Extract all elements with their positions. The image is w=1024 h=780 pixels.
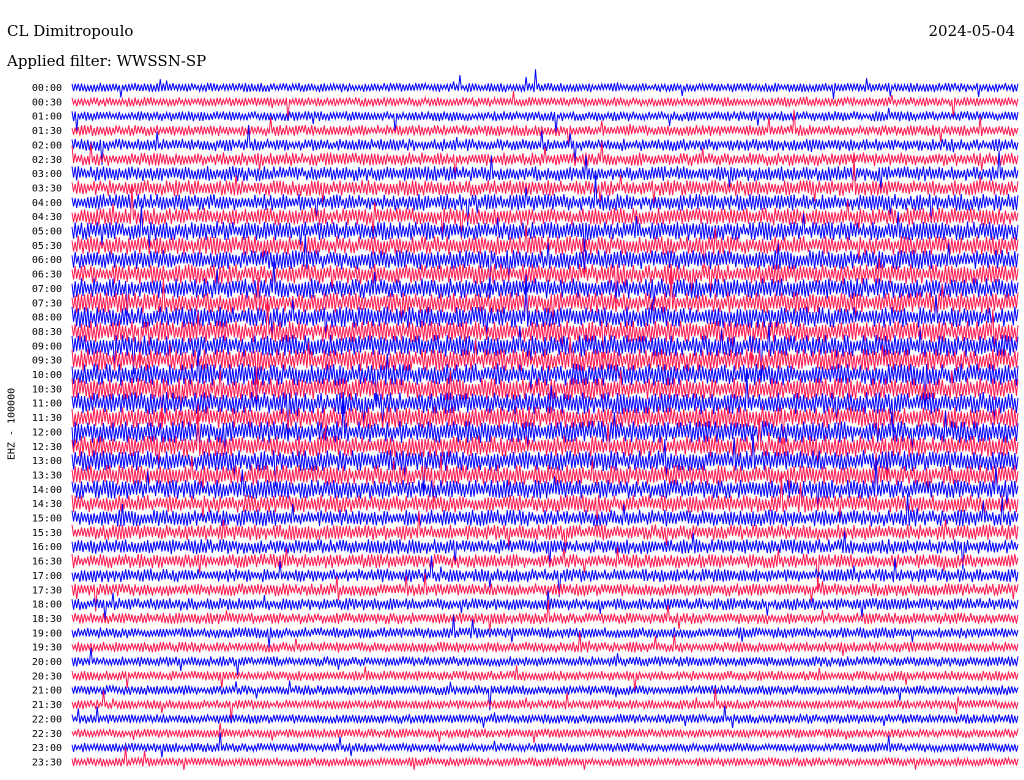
row-label: 05:30 — [32, 241, 62, 252]
row-label: 05:00 — [32, 227, 62, 238]
row-label: 09:30 — [32, 356, 62, 367]
trace-line — [71, 705, 1019, 728]
row-label: 13:30 — [32, 470, 62, 481]
row-label: 10:00 — [32, 370, 62, 381]
row-label: 21:30 — [32, 700, 62, 711]
trace-line — [71, 530, 1019, 570]
row-label: 16:30 — [32, 557, 62, 568]
row-label: 10:30 — [32, 384, 62, 395]
trace-line — [71, 732, 1019, 758]
row-label: 19:00 — [32, 628, 62, 639]
row-label: 07:00 — [32, 284, 62, 295]
row-label: 21:00 — [32, 686, 62, 697]
row-label: 00:00 — [32, 83, 62, 94]
row-label: 01:30 — [32, 126, 62, 137]
row-label: 19:30 — [32, 643, 62, 654]
trace-line — [71, 124, 1019, 166]
trace-line — [71, 547, 1019, 590]
trace-line — [71, 631, 1019, 656]
row-label: 06:30 — [32, 270, 62, 281]
trace-line — [71, 555, 1019, 598]
row-label: 11:00 — [32, 399, 62, 410]
row-label: 17:30 — [32, 585, 62, 596]
row-label: 07:30 — [32, 298, 62, 309]
row-label: 13:00 — [32, 456, 62, 467]
row-label: 08:30 — [32, 327, 62, 338]
trace-line — [71, 747, 1019, 771]
row-label: 04:00 — [32, 198, 62, 209]
row-label: 18:00 — [32, 600, 62, 611]
row-label: 11:30 — [32, 413, 62, 424]
row-label: 09:00 — [32, 341, 62, 352]
row-label: 12:00 — [32, 427, 62, 438]
row-label: 02:30 — [32, 155, 62, 166]
trace-line — [71, 398, 1019, 455]
row-labels: 00:00 00:30 01:00 01:30 02:00 02:30 03:00 03:30… — [32, 83, 62, 768]
row-label: 20:30 — [32, 671, 62, 682]
row-label: 00:30 — [32, 97, 62, 108]
row-label: 08:00 — [32, 313, 62, 324]
trace-line — [71, 599, 1019, 631]
row-label: 15:00 — [32, 514, 62, 525]
row-label: 18:30 — [32, 614, 62, 625]
row-label: 12:30 — [32, 442, 62, 453]
row-label: 23:00 — [32, 743, 62, 754]
row-label: 03:30 — [32, 183, 62, 194]
row-label: 02:00 — [32, 140, 62, 151]
row-label: 23:30 — [32, 757, 62, 768]
row-label: 04:30 — [32, 212, 62, 223]
row-label: 16:00 — [32, 542, 62, 553]
row-label: 17:00 — [32, 571, 62, 582]
trace-line — [71, 573, 1019, 612]
trace-line — [71, 680, 1019, 711]
helicorder-plot: 00:00 00:30 01:00 01:30 02:00 02:30 03:00 03:30… — [32, 69, 1019, 771]
trace-line — [71, 722, 1019, 743]
row-label: 20:00 — [32, 657, 62, 668]
row-label: 06:00 — [32, 255, 62, 266]
row-label: 14:30 — [32, 499, 62, 510]
row-label: 14:00 — [32, 485, 62, 496]
row-label: 22:00 — [32, 714, 62, 725]
row-label: 03:00 — [32, 169, 62, 180]
trace-line — [71, 69, 1019, 99]
row-label: 15:30 — [32, 528, 62, 539]
seismic-traces — [71, 69, 1019, 771]
row-label: 01:00 — [32, 112, 62, 123]
trace-line — [71, 337, 1019, 385]
row-label: 22:30 — [32, 729, 62, 740]
